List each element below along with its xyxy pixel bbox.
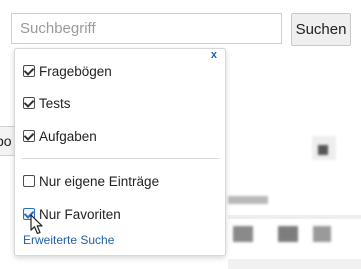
background-footer-strip xyxy=(228,259,361,269)
filter-own-entries[interactable]: Nur eigene Einträge xyxy=(23,172,159,190)
option-aufgaben[interactable]: Aufgaben xyxy=(23,127,97,145)
filter-own-entries-label: Nur eigene Einträge xyxy=(39,173,160,189)
checkbox-tests[interactable] xyxy=(23,97,35,109)
checkbox-fragebogen[interactable] xyxy=(23,65,35,77)
option-tests-label: Tests xyxy=(39,95,71,111)
blurred-icon-1 xyxy=(233,226,253,242)
blurred-icon-3 xyxy=(313,226,331,242)
option-tests[interactable]: Tests xyxy=(23,94,71,112)
arrow-pointer-icon xyxy=(30,214,43,235)
dropdown-separator xyxy=(22,158,219,159)
blurred-text-line xyxy=(228,196,268,204)
close-dropdown-button[interactable]: x xyxy=(211,49,217,61)
background-divider xyxy=(228,215,361,219)
option-fragebogen-label: Fragebögen xyxy=(39,63,112,79)
blurred-thumbnail-icon xyxy=(318,145,328,155)
page: bo Suchen x Fragebögen Tests Aufgaben Nu… xyxy=(0,0,361,269)
checkbox-aufgaben[interactable] xyxy=(23,130,35,142)
option-aufgaben-label: Aufgaben xyxy=(39,128,97,144)
search-input[interactable] xyxy=(11,13,282,44)
search-button[interactable]: Suchen xyxy=(291,13,351,46)
checkbox-own-entries[interactable] xyxy=(23,175,35,187)
option-fragebogen[interactable]: Fragebögen xyxy=(23,62,112,80)
blurred-icon-2 xyxy=(278,226,298,242)
filter-favorites-label: Nur Favoriten xyxy=(39,206,121,222)
